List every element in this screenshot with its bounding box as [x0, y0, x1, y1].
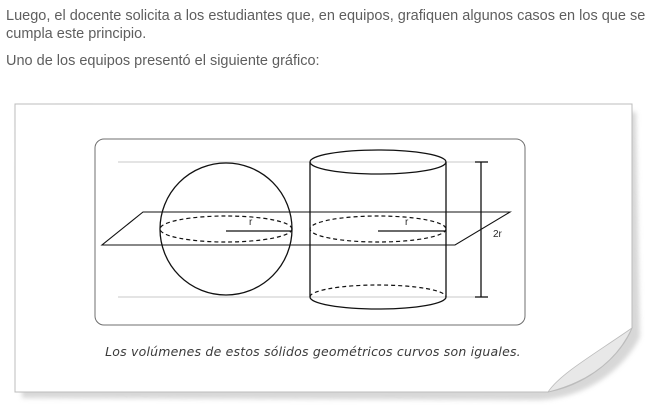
figure-drawing: [14, 103, 640, 400]
cavalieri-figure: r r 2r Los volúmenes de estos sólidos ge…: [0, 92, 653, 411]
height-label: 2r: [493, 229, 502, 240]
sphere-radius-label: r: [249, 217, 253, 228]
figure-caption: Los volúmenes de estos sólidos geométric…: [105, 344, 521, 359]
cylinder-radius-label: r: [405, 217, 409, 228]
intro-paragraph: Luego, el docente solicita a los estudia…: [6, 8, 646, 42]
figure-intro-paragraph: Uno de los equipos presentó el siguiente…: [6, 53, 320, 69]
